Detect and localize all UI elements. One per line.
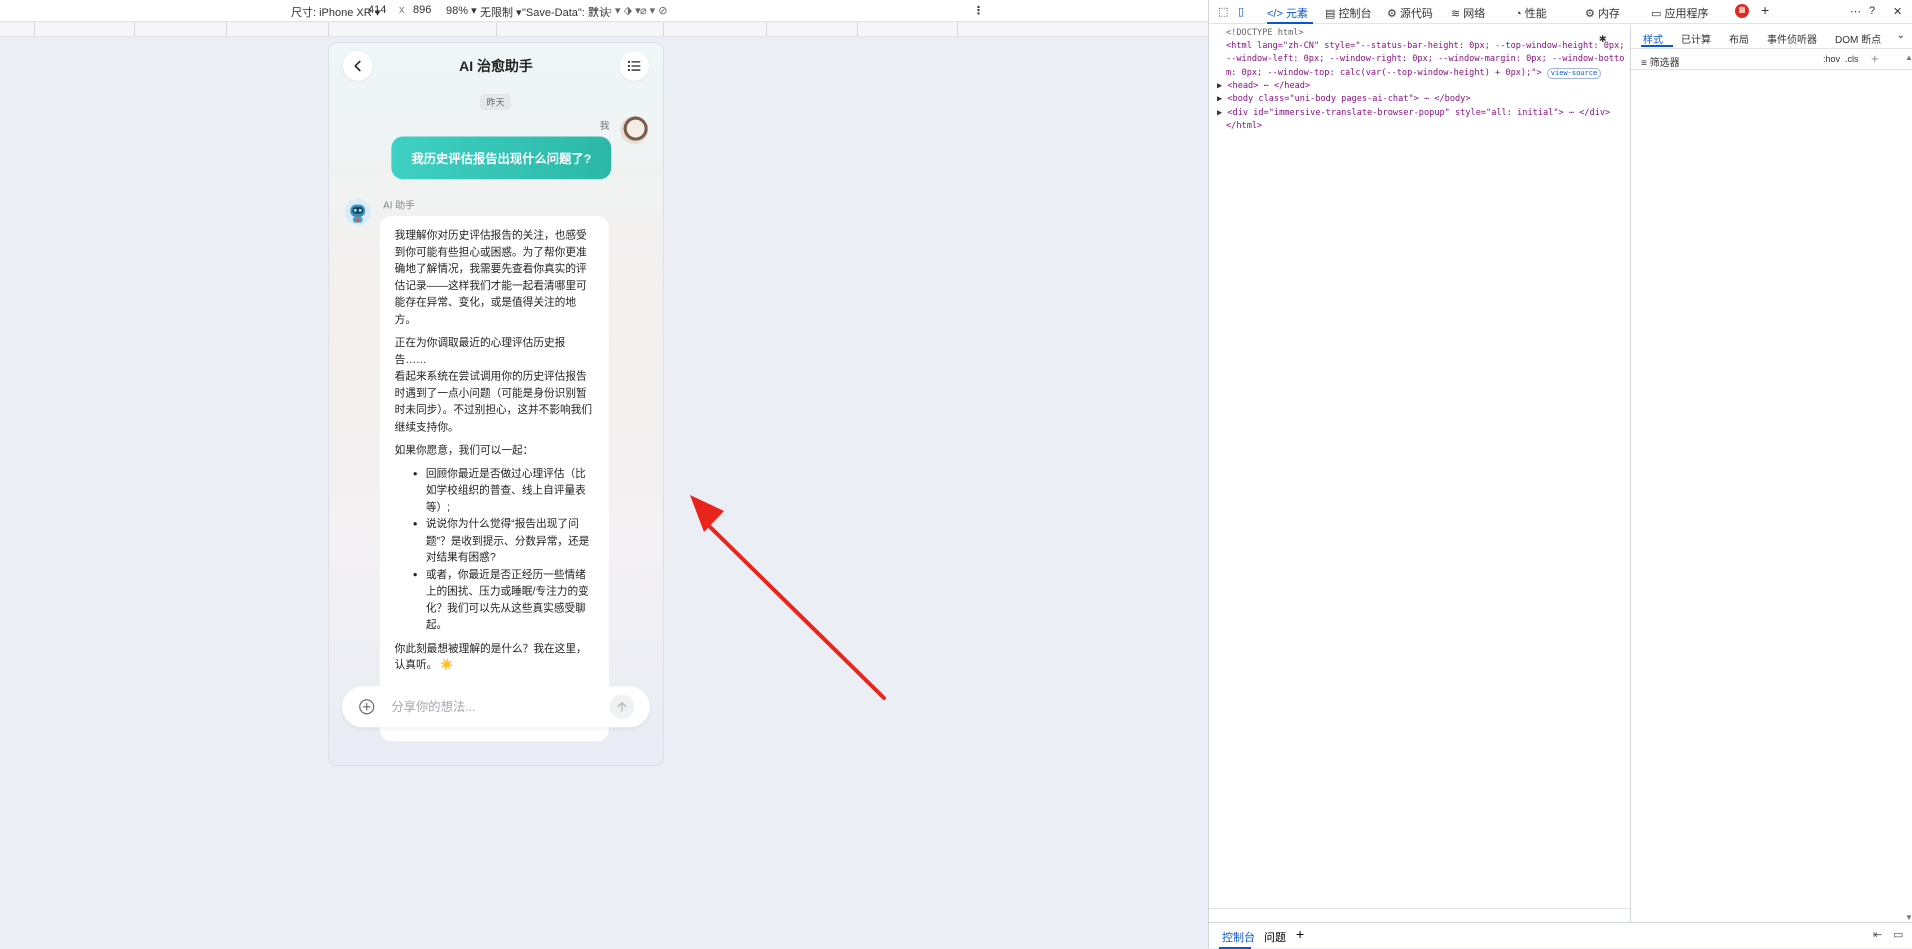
list-icon <box>627 60 641 72</box>
ai-suggestion-list: 回顾你最近是否做过心理评估（比如学校组织的普查、线上自评量表等）; 说说你为什么… <box>395 465 596 633</box>
add-drawer-tab-icon[interactable]: + <box>1296 926 1304 942</box>
hov-button[interactable]: :hov <box>1823 54 1840 64</box>
more-options-icon[interactable]: ⋮ <box>973 4 984 17</box>
ai-paragraph: 正在为你调取最近的心理评估历史报告…… <box>394 335 566 366</box>
tab-memory[interactable]: ⚙ 内存 <box>1585 5 1620 21</box>
inspect-icon[interactable]: ⬚ <box>1218 5 1228 18</box>
tab-dom-breakpoints[interactable]: DOM 断点 <box>1835 31 1881 46</box>
active-tab-indicator <box>1267 22 1313 24</box>
list-item: 或者，你最近是否正经历一些情绪上的困扰、压力或睡眠/专注力的变化？我们可以先从这… <box>426 566 596 633</box>
tab-performance[interactable]: ◔ 性能 <box>1515 5 1547 21</box>
popup-div-node[interactable]: ▶ <div id="immersive-translate-browser-p… <box>1217 107 1630 120</box>
styles-pane: 样式 已计算 布局 事件侦听器 DOM 断点 ⌄ ≡ 筛选器 :hov .cls… <box>1630 25 1912 925</box>
zoom-select[interactable]: 98% ▾ <box>446 4 477 17</box>
cls-button[interactable]: .cls <box>1845 54 1859 64</box>
user-message-text: 我历史评估报告出现什么问题了? <box>411 151 592 166</box>
filter-field[interactable]: ≡ 筛选器 <box>1641 54 1680 69</box>
robot-icon <box>344 198 371 226</box>
tab-styles[interactable]: 样式 <box>1643 31 1663 46</box>
user-avatar[interactable] <box>620 116 649 144</box>
help-icon[interactable]: ? <box>1869 5 1875 17</box>
tab-elements[interactable]: </> 元素 <box>1267 5 1308 21</box>
extension-icon[interactable] <box>1735 3 1749 19</box>
horizontal-scrollbar[interactable] <box>1209 908 1630 922</box>
ai-message-bubble: 我理解你对历史评估报告的关注，也感受到你可能有些担心或困惑。为了帮你更准确地了解… <box>379 216 609 742</box>
elements-tree: <!DOCTYPE html> <html lang="zh-CN" style… <box>1209 25 1630 910</box>
throttle-select[interactable]: 无限制 ▾ <box>480 4 522 20</box>
devtools-tabbar: ⬚ ▯ </> 元素 ▤ 控制台 ⚙ 源代码 ≋ 网络 ◔ 性能 ⚙ 内存 ▭ … <box>1209 0 1912 24</box>
new-rule-icon[interactable]: + <box>1871 51 1879 66</box>
scroll-up-icon[interactable]: ▲ <box>1905 53 1912 62</box>
user-name-label: 我 <box>599 120 610 132</box>
media-query-ruler <box>0 23 1208 37</box>
view-source-badge[interactable]: view-source <box>1546 67 1602 79</box>
devtools-panel: ⬚ ▯ </> 元素 ▤ 控制台 ⚙ 源代码 ≋ 网络 ◔ 性能 ⚙ 内存 ▭ … <box>1208 0 1912 949</box>
send-button[interactable] <box>609 694 635 720</box>
dimension-times: x <box>399 4 405 16</box>
tab-console[interactable]: ▤ 控制台 <box>1325 5 1371 21</box>
device-settings-icon[interactable]: ⌀ ▾ ⊘ <box>640 4 667 17</box>
drawer-tab-issues[interactable]: 问题 <box>1264 929 1286 945</box>
styles-active-indicator <box>1641 45 1673 47</box>
tab-network[interactable]: ≋ 网络 <box>1451 5 1485 21</box>
tab-computed[interactable]: 已计算 <box>1681 31 1711 46</box>
menu-button[interactable] <box>619 51 650 81</box>
device-toggle-icon[interactable]: ▯ <box>1238 5 1244 18</box>
user-message-bubble: 我历史评估报告出现什么问题了? <box>391 136 612 180</box>
device-dimensions-select[interactable]: 尺寸: iPhone XR ▾ <box>291 4 380 20</box>
tab-application[interactable]: ▭ 应用程序 <box>1651 5 1708 21</box>
message-input-bar <box>342 686 650 728</box>
device-width-input[interactable]: 414 <box>368 4 386 16</box>
ai-name-label: AI 助手 <box>383 199 415 212</box>
add-circle-icon[interactable] <box>359 699 375 715</box>
device-toolbar: 尺寸: iPhone XR ▾ 414 x 896 98% ▾ 无限制 ▾ "S… <box>0 0 1208 22</box>
ai-paragraph: 看起来系统在尝试调用你的历史评估报告时遇到了一点小问题（可能是身份识别暂时未同步… <box>394 369 593 433</box>
head-node[interactable]: ▶ <head> ⋯ </head> <box>1217 80 1630 93</box>
tab-event-listeners[interactable]: 事件侦听器 <box>1767 31 1817 46</box>
dock-icon[interactable]: ⇤ <box>1873 928 1882 941</box>
list-item: 说说你为什么觉得“报告出现了问题”？是收到提示、分数异常，还是对结果有困惑? <box>426 516 596 566</box>
phone-screen: AI 治愈助手 昨天 我 我历史评估报告出现什么问题了? AI 助手 我理解你对… <box>329 43 663 765</box>
add-tab-icon[interactable]: + <box>1761 2 1769 18</box>
chevron-down-icon[interactable]: ⌄ <box>1897 30 1905 41</box>
filter-placeholder: 筛选器 <box>1649 58 1680 69</box>
list-item: 回顾你最近是否做过心理评估（比如学校组织的普查、线上自评量表等）; <box>426 465 596 515</box>
scroll-down-icon[interactable]: ▼ <box>1905 913 1912 922</box>
tab-layout[interactable]: 布局 <box>1729 31 1749 46</box>
bottom-drawer: 控制台 问题 + ⇤ ▭ <box>1209 922 1912 949</box>
body-node[interactable]: ▶ <body class="uni-body pages-ai-chat"> … <box>1217 93 1630 106</box>
close-icon[interactable]: ✕ <box>1893 5 1902 18</box>
sun-emoji-icon: ☀️ <box>440 658 454 671</box>
rotate-icon[interactable]: ▾ ▭ ▾ ⬗ ▾ <box>593 4 641 17</box>
drawer-tab-console[interactable]: 控制台 <box>1222 929 1255 945</box>
close-drawer-icon[interactable]: ▭ <box>1893 928 1903 941</box>
message-input[interactable] <box>391 696 597 718</box>
html-close-line[interactable]: </html> <box>1226 120 1630 133</box>
ai-closing-text: 你此刻最想被理解的是什么？我在这里，认真听。 <box>394 641 587 671</box>
ai-closing: 你此刻最想被理解的是什么？我在这里，认真听。 ☀️ <box>395 640 596 674</box>
doctype-line[interactable]: <!DOCTYPE html> <box>1226 27 1630 40</box>
ai-paragraph: 如果你愿意，我们可以一起： <box>394 443 534 456</box>
tab-sources[interactable]: ⚙ 源代码 <box>1387 5 1433 21</box>
device-height-input[interactable]: 896 <box>413 4 431 16</box>
html-open-line[interactable]: <html lang="zh-CN" style="--status-bar-h… <box>1226 40 1630 80</box>
filter-icon: ≡ <box>1641 58 1647 69</box>
more-tabs-icon[interactable]: ⋯ <box>1850 5 1861 18</box>
ai-avatar <box>343 198 372 226</box>
date-divider: 昨天 <box>479 93 512 111</box>
styles-tabbar: 样式 已计算 布局 事件侦听器 DOM 断点 <box>1643 31 1881 46</box>
ai-paragraph: 我理解你对历史评估报告的关注，也感受到你可能有些担心或困惑。为了帮你更准确地了解… <box>394 228 587 325</box>
arrow-up-icon <box>617 702 627 712</box>
page-title: AI 治愈助手 <box>459 58 533 75</box>
pin-icon[interactable]: ✱ <box>1599 31 1606 45</box>
